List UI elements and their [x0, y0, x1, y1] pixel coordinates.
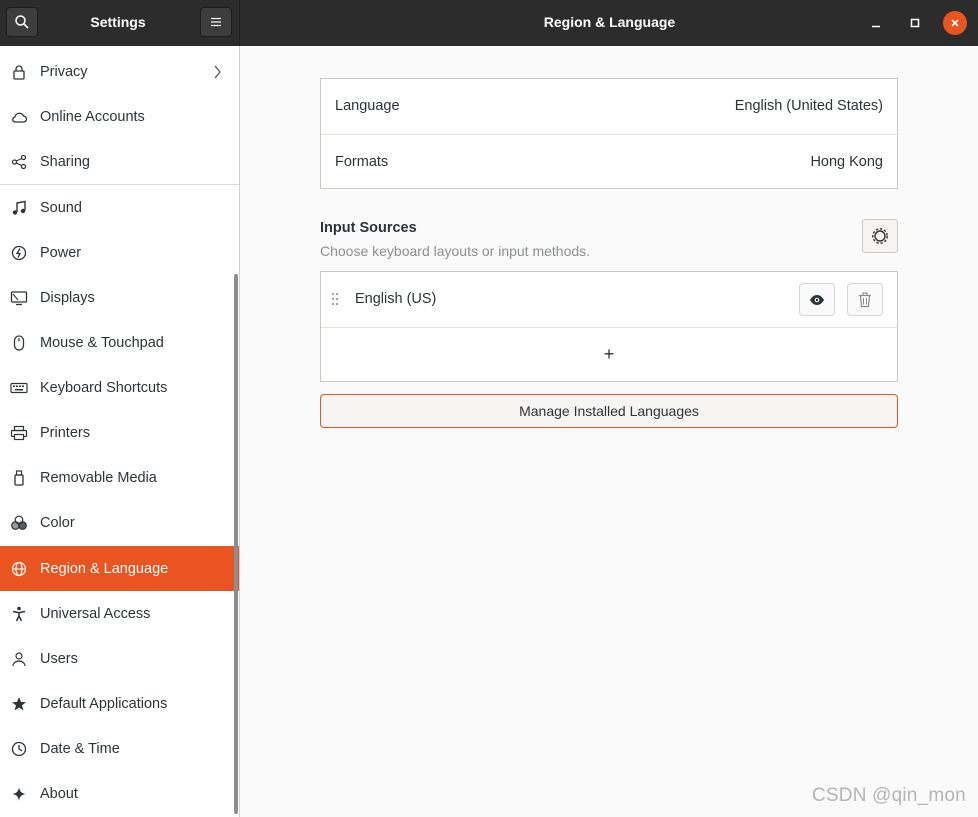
minimize-icon	[872, 25, 880, 28]
language-row[interactable]: Language English (United States)	[321, 79, 897, 134]
input-options-button[interactable]	[862, 219, 898, 253]
minimize-button[interactable]	[864, 11, 888, 35]
sidebar-item-color[interactable]: Color	[0, 500, 239, 545]
drag-handle-icon[interactable]	[331, 292, 339, 306]
search-button[interactable]	[6, 7, 38, 37]
gear-icon	[872, 228, 888, 244]
sidebar-item-label: Mouse & Touchpad	[40, 335, 164, 351]
users-icon	[10, 650, 28, 668]
sidebar-item-online-accounts[interactable]: Online Accounts	[0, 94, 239, 139]
sidebar-item-label: Universal Access	[40, 606, 151, 622]
sidebar: Privacy Online Accounts Sharing Sound Po…	[0, 46, 240, 817]
sidebar-item-label: Power	[40, 245, 82, 261]
share-icon	[10, 153, 28, 171]
input-source-label: English (US)	[355, 291, 437, 307]
header-bar: Settings Region & Language	[0, 0, 978, 46]
sidebar-item-label: Color	[40, 515, 75, 531]
language-value: English (United States)	[734, 98, 883, 114]
sidebar-item-label: Removable Media	[40, 470, 157, 486]
input-sources-frame: English (US) +	[320, 271, 898, 382]
eye-icon	[810, 294, 824, 305]
printer-icon	[10, 424, 28, 442]
sidebar-item-removable-media[interactable]: Removable Media	[0, 455, 239, 500]
sidebar-item-label: Online Accounts	[40, 109, 145, 125]
sidebar-header: Settings	[0, 0, 240, 46]
sidebar-item-printers[interactable]: Printers	[0, 410, 239, 455]
formats-label: Formats	[335, 154, 389, 170]
sidebar-item-default-applications[interactable]: Default Applications	[0, 681, 239, 726]
input-source-row[interactable]: English (US)	[321, 272, 897, 327]
music-note-icon	[10, 199, 28, 217]
accessibility-icon	[10, 605, 28, 623]
input-sources-subtitle: Choose keyboard layouts or input methods…	[320, 243, 591, 259]
sidebar-item-label: Sound	[40, 200, 82, 216]
add-input-source-button[interactable]: +	[321, 327, 897, 381]
search-icon	[15, 15, 29, 29]
sidebar-item-label: Users	[40, 651, 78, 667]
app-title: Settings	[90, 14, 146, 30]
trash-icon	[859, 291, 871, 307]
power-icon	[10, 244, 28, 262]
sidebar-item-label: Displays	[40, 290, 95, 306]
maximize-button[interactable]	[903, 11, 927, 35]
watermark-text: CSDN @qin_mon	[812, 785, 966, 806]
sidebar-item-sound[interactable]: Sound	[0, 185, 239, 230]
sidebar-item-label: Keyboard Shortcuts	[40, 380, 168, 396]
main-panel: Language English (United States) Formats…	[241, 46, 978, 817]
sidebar-item-date-time[interactable]: Date & Time	[0, 726, 239, 771]
close-button[interactable]	[943, 11, 967, 35]
close-icon	[951, 19, 959, 27]
formats-row[interactable]: Formats Hong Kong	[321, 134, 897, 189]
remove-input-source-button[interactable]	[847, 283, 883, 316]
chevron-right-icon	[214, 65, 221, 79]
star-icon	[10, 695, 28, 713]
globe-icon	[10, 560, 28, 578]
language-formats-frame: Language English (United States) Formats…	[320, 78, 898, 189]
sidebar-item-label: Sharing	[40, 154, 90, 170]
mouse-icon	[10, 334, 28, 352]
sidebar-item-label: Printers	[40, 425, 90, 441]
sidebar-item-label: Privacy	[40, 64, 88, 80]
sidebar-item-keyboard-shortcuts[interactable]: Keyboard Shortcuts	[0, 365, 239, 410]
usb-icon	[10, 469, 28, 487]
sidebar-item-privacy[interactable]: Privacy	[0, 49, 239, 94]
sidebar-item-region-language[interactable]: Region & Language	[0, 546, 239, 591]
menu-button[interactable]	[200, 7, 232, 37]
lock-icon	[10, 63, 28, 81]
cloud-icon	[10, 108, 28, 126]
sidebar-item-mouse-touchpad[interactable]: Mouse & Touchpad	[0, 320, 239, 365]
sidebar-item-universal-access[interactable]: Universal Access	[0, 591, 239, 636]
plus-icon: +	[603, 344, 615, 364]
sidebar-item-label: About	[40, 786, 78, 802]
sidebar-item-displays[interactable]: Displays	[0, 275, 239, 320]
keyboard-icon	[10, 379, 28, 397]
color-icon	[10, 514, 28, 532]
sidebar-item-sharing[interactable]: Sharing	[0, 139, 239, 184]
manage-installed-languages-button[interactable]: Manage Installed Languages	[320, 394, 898, 428]
sparkle-icon	[10, 785, 28, 803]
sidebar-scrollbar[interactable]	[234, 274, 238, 814]
formats-value: Hong Kong	[810, 154, 883, 170]
input-sources-title: Input Sources	[320, 220, 417, 236]
display-icon	[10, 289, 28, 307]
clock-icon	[10, 740, 28, 758]
sidebar-item-about[interactable]: About	[0, 771, 239, 816]
sidebar-item-label: Date & Time	[40, 741, 120, 757]
sidebar-item-label: Region & Language	[40, 561, 169, 577]
sidebar-item-users[interactable]: Users	[0, 636, 239, 681]
sidebar-item-label: Default Applications	[40, 696, 168, 712]
preview-layout-button[interactable]	[799, 283, 835, 316]
maximize-icon	[910, 18, 920, 28]
language-label: Language	[335, 98, 400, 114]
sidebar-item-power[interactable]: Power	[0, 230, 239, 275]
hamburger-menu-icon	[211, 17, 221, 27]
